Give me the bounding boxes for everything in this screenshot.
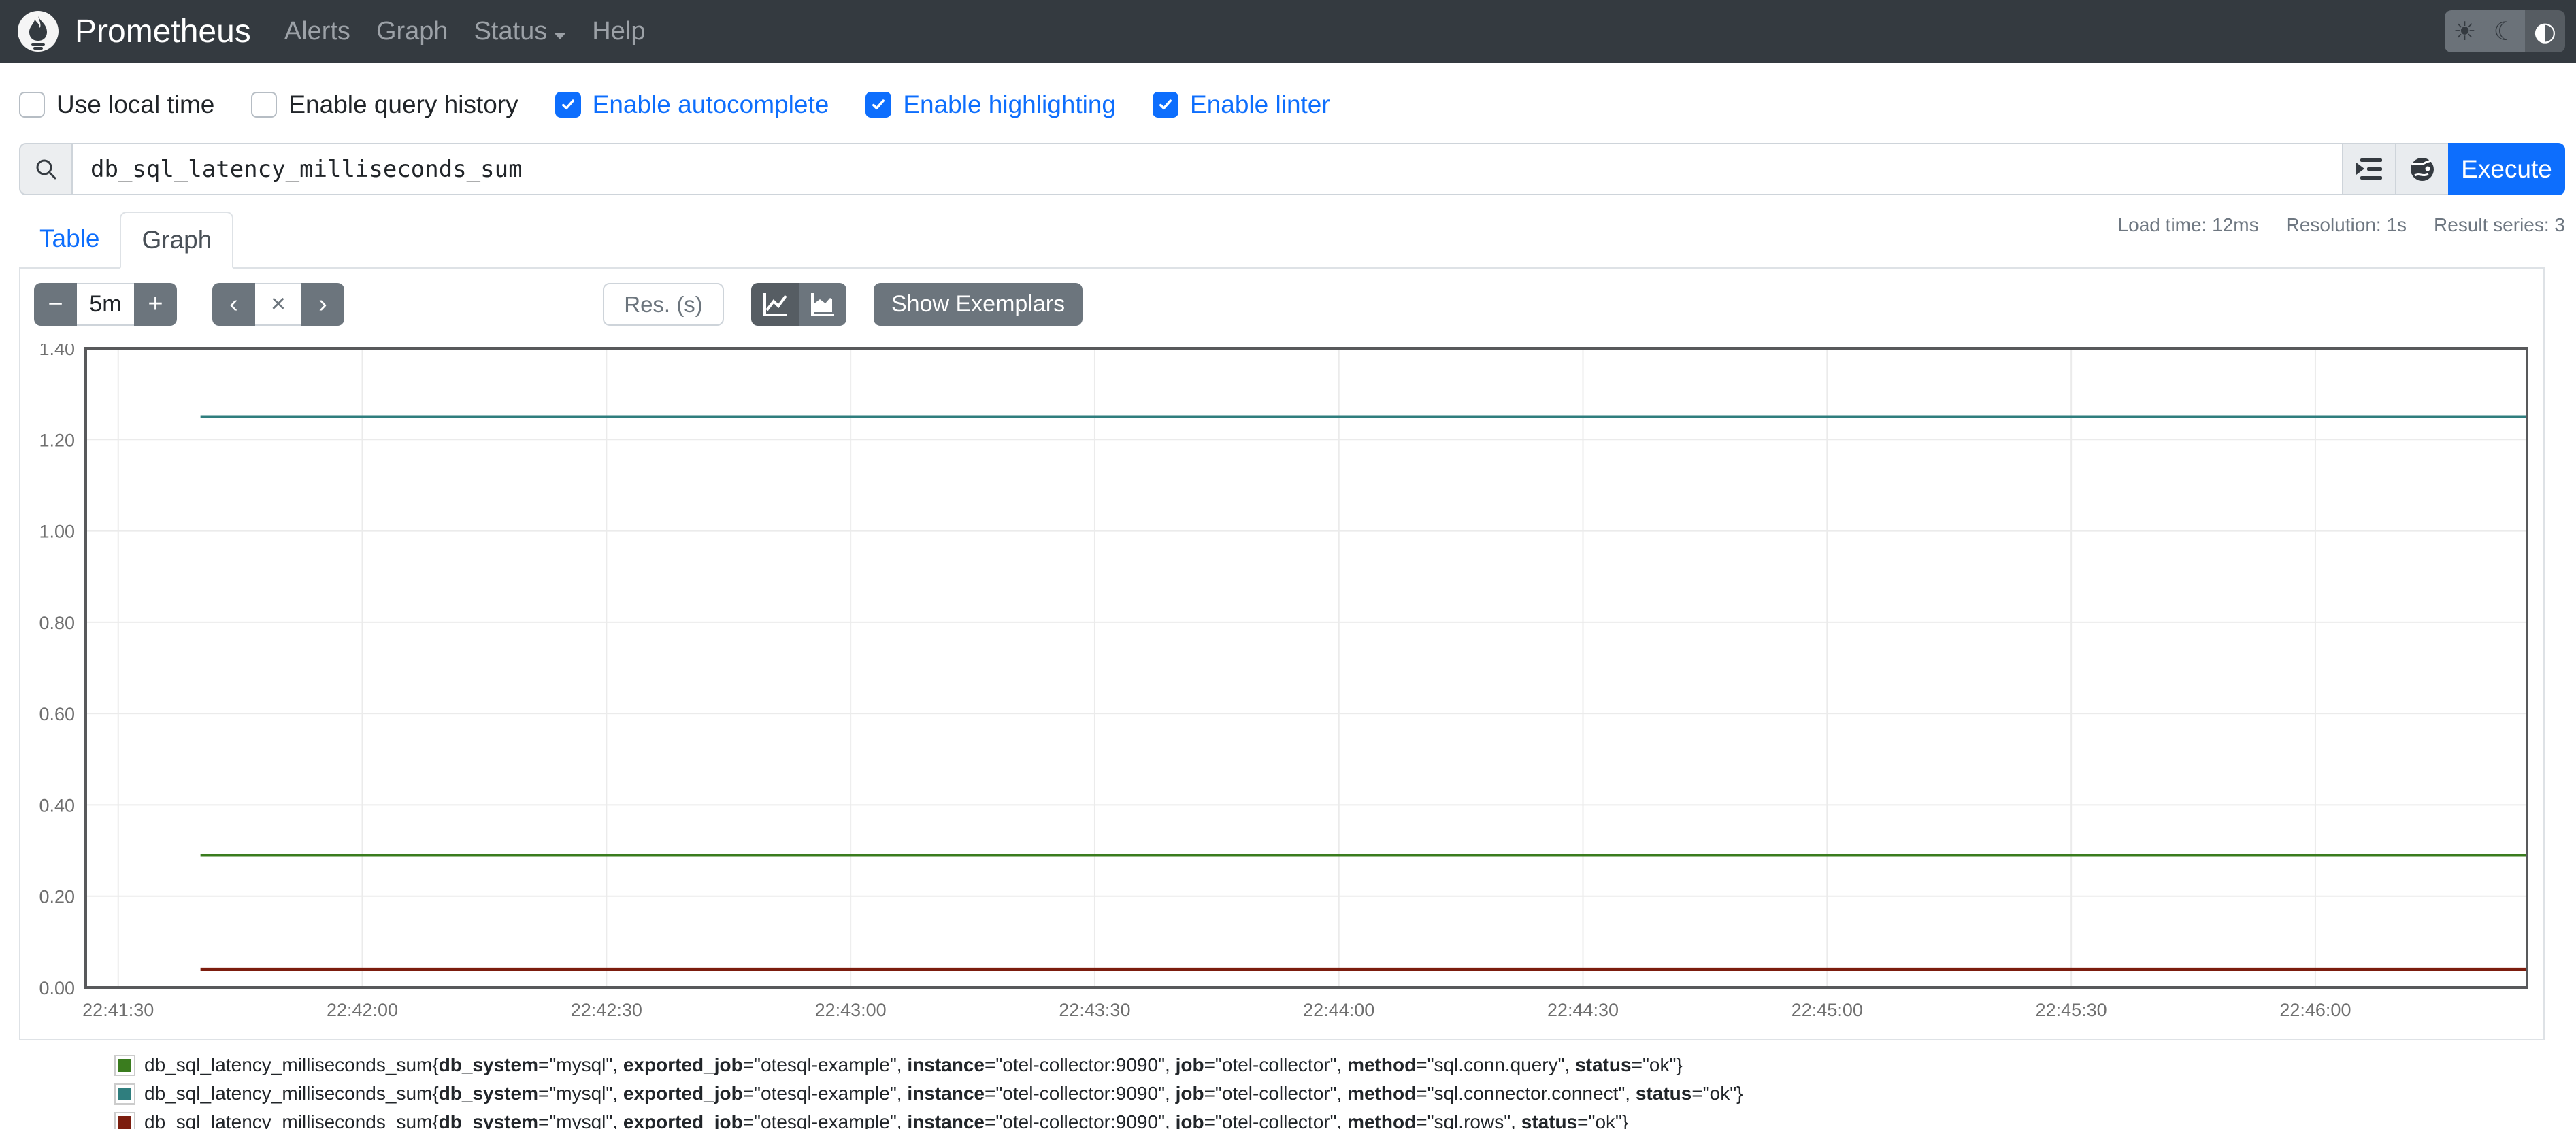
chart-wrap: 0.00 0.20 0.40 0.60 0.80 1.00 1.20 1.40 22:41:30… <box>29 344 2535 1024</box>
checkbox-label: Use local time <box>56 90 214 119</box>
range-increase-button[interactable]: + <box>134 283 177 326</box>
navbar: Prometheus Alerts Graph Status Help ☀ ☾ ◐ <box>0 0 2576 63</box>
checkbox-checked-icon[interactable] <box>1153 92 1178 118</box>
legend-item[interactable]: db_sql_latency_milliseconds_sum{db_syste… <box>114 1079 2565 1108</box>
y-axis-label: 1.00 <box>39 522 75 542</box>
light-theme-sun-button[interactable]: ☀ <box>2445 10 2485 52</box>
time-forward-button[interactable]: › <box>301 283 344 326</box>
x-axis-label: 22:46:00 <box>2279 1000 2351 1020</box>
checkbox-unchecked-box[interactable] <box>19 92 45 118</box>
metrics-explorer-button[interactable] <box>2342 143 2395 195</box>
auto-theme-contrast-button[interactable]: ◐ <box>2525 10 2565 52</box>
range-input[interactable] <box>77 283 134 326</box>
checkbox-enable-autocomplete[interactable]: Enable autocomplete <box>555 90 829 119</box>
checkbox-enable-linter[interactable]: Enable linter <box>1153 90 1330 119</box>
checkbox-checked-icon[interactable] <box>865 92 891 118</box>
brand-title: Prometheus <box>75 13 251 50</box>
legend-series-label: db_sql_latency_milliseconds_sum{db_syste… <box>144 1083 1743 1105</box>
nav-item-graph[interactable]: Graph <box>363 17 461 46</box>
time-back-button[interactable]: ‹ <box>212 283 255 326</box>
checkbox-enable-highlighting[interactable]: Enable highlighting <box>865 90 1116 119</box>
y-axis-label: 0.60 <box>39 704 75 724</box>
graph-panel: − + ‹ × › <box>19 269 2545 1040</box>
prometheus-logo-icon <box>16 10 60 53</box>
expression-input[interactable] <box>71 143 2342 195</box>
line-chart-button[interactable] <box>751 283 799 326</box>
range-decrease-button[interactable]: − <box>34 283 77 326</box>
resolution-input[interactable] <box>603 283 724 326</box>
checkbox-unchecked-box[interactable] <box>251 92 277 118</box>
line-chart-icon <box>760 290 790 320</box>
query-bar: Execute <box>19 143 2565 195</box>
y-axis-label: 1.40 <box>39 344 75 359</box>
x-axis-label: 22:44:00 <box>1303 1000 1374 1020</box>
nav-item-status[interactable]: Status <box>461 17 580 46</box>
chart-type-group <box>751 283 846 326</box>
y-axis-label: 0.80 <box>39 613 75 633</box>
show-exemplars-button[interactable]: Show Exemplars <box>874 283 1083 326</box>
theme-toggle-group: ☀ ☾ ◐ <box>2445 10 2565 52</box>
graph-plot[interactable]: 0.00 0.20 0.40 0.60 0.80 1.00 1.20 1.40 22:41:30… <box>29 344 2535 1024</box>
legend-swatch <box>114 1055 135 1076</box>
graph-controls: − + ‹ × › <box>29 283 2535 326</box>
tabs-row: Load time: 12ms Resolution: 1s Result se… <box>19 212 2565 269</box>
legend: db_sql_latency_milliseconds_sum{db_syste… <box>114 1051 2565 1129</box>
checkbox-label: Enable linter <box>1190 90 1330 119</box>
y-axis-label: 0.40 <box>39 795 75 815</box>
brand[interactable]: Prometheus <box>16 10 251 53</box>
nav-links: Alerts Graph Status Help <box>271 17 659 46</box>
x-axis-label: 22:45:30 <box>2036 1000 2107 1020</box>
dark-theme-moon-button[interactable]: ☾ <box>2485 10 2525 52</box>
range-group: − + <box>34 283 177 326</box>
checkbox-label: Enable query history <box>288 90 518 119</box>
legend-series-label: db_sql_latency_milliseconds_sum{db_syste… <box>144 1111 1628 1129</box>
x-axis-label: 22:41:30 <box>82 1000 154 1020</box>
x-axis-label: 22:42:30 <box>571 1000 642 1020</box>
stacked-chart-button[interactable] <box>799 283 846 326</box>
x-axis-label: 22:44:30 <box>1547 1000 1619 1020</box>
y-axis-label: 1.20 <box>39 430 75 450</box>
legend-series-label: db_sql_latency_milliseconds_sum{db_syste… <box>144 1054 1683 1076</box>
query-stats: Load time: 12ms Resolution: 1s Result se… <box>2118 214 2565 236</box>
main-content: Use local time Enable query history Enable… <box>0 91 2576 1129</box>
checkbox-enable-query-history[interactable]: Enable query history <box>251 90 518 119</box>
x-axis-label: 22:43:30 <box>1059 1000 1130 1020</box>
result-series: Result series: 3 <box>2434 214 2565 236</box>
legend-item[interactable]: db_sql_latency_milliseconds_sum{db_syste… <box>114 1108 2565 1129</box>
nav-item-alerts[interactable]: Alerts <box>271 17 363 46</box>
y-axis-label: 0.00 <box>39 978 75 998</box>
x-axis-label: 22:42:00 <box>327 1000 398 1020</box>
light-theme-sun-icon: ☀ <box>2453 16 2476 46</box>
clear-time-icon[interactable]: × <box>255 283 301 326</box>
resolution: Resolution: 1s <box>2286 214 2407 236</box>
x-axis-label: 22:45:00 <box>1791 1000 1863 1020</box>
time-nav-group: ‹ × › <box>212 283 344 326</box>
checkbox-label: Enable autocomplete <box>593 90 829 119</box>
load-time: Load time: 12ms <box>2118 214 2259 236</box>
plot-border <box>86 348 2527 988</box>
checkbox-use-local-time[interactable]: Use local time <box>19 90 214 119</box>
options-row: Use local time Enable query history Enable… <box>19 91 2565 118</box>
metrics-explorer-icon <box>2355 156 2383 182</box>
execute-button[interactable]: Execute <box>2448 143 2565 195</box>
dark-theme-moon-icon: ☾ <box>2493 16 2516 46</box>
search-icon <box>34 157 59 182</box>
tab-graph[interactable]: Graph <box>120 212 233 269</box>
legend-item[interactable]: db_sql_latency_milliseconds_sum{db_syste… <box>114 1051 2565 1079</box>
tab-table[interactable]: Table <box>19 212 120 267</box>
nav-item-help[interactable]: Help <box>579 17 658 46</box>
globe-icon <box>2408 155 2437 184</box>
legend-swatch <box>114 1112 135 1129</box>
x-axis-label: 22:43:00 <box>815 1000 887 1020</box>
chevron-down-icon <box>554 33 566 39</box>
stacked-chart-icon <box>808 290 838 320</box>
y-axis-label: 0.20 <box>39 887 75 907</box>
checkbox-checked-icon[interactable] <box>555 92 581 118</box>
auto-theme-contrast-icon: ◐ <box>2534 16 2556 46</box>
explain-globe-button[interactable] <box>2395 143 2448 195</box>
legend-swatch <box>114 1083 135 1105</box>
checkbox-label: Enable highlighting <box>903 90 1116 119</box>
search-addon <box>19 143 71 195</box>
